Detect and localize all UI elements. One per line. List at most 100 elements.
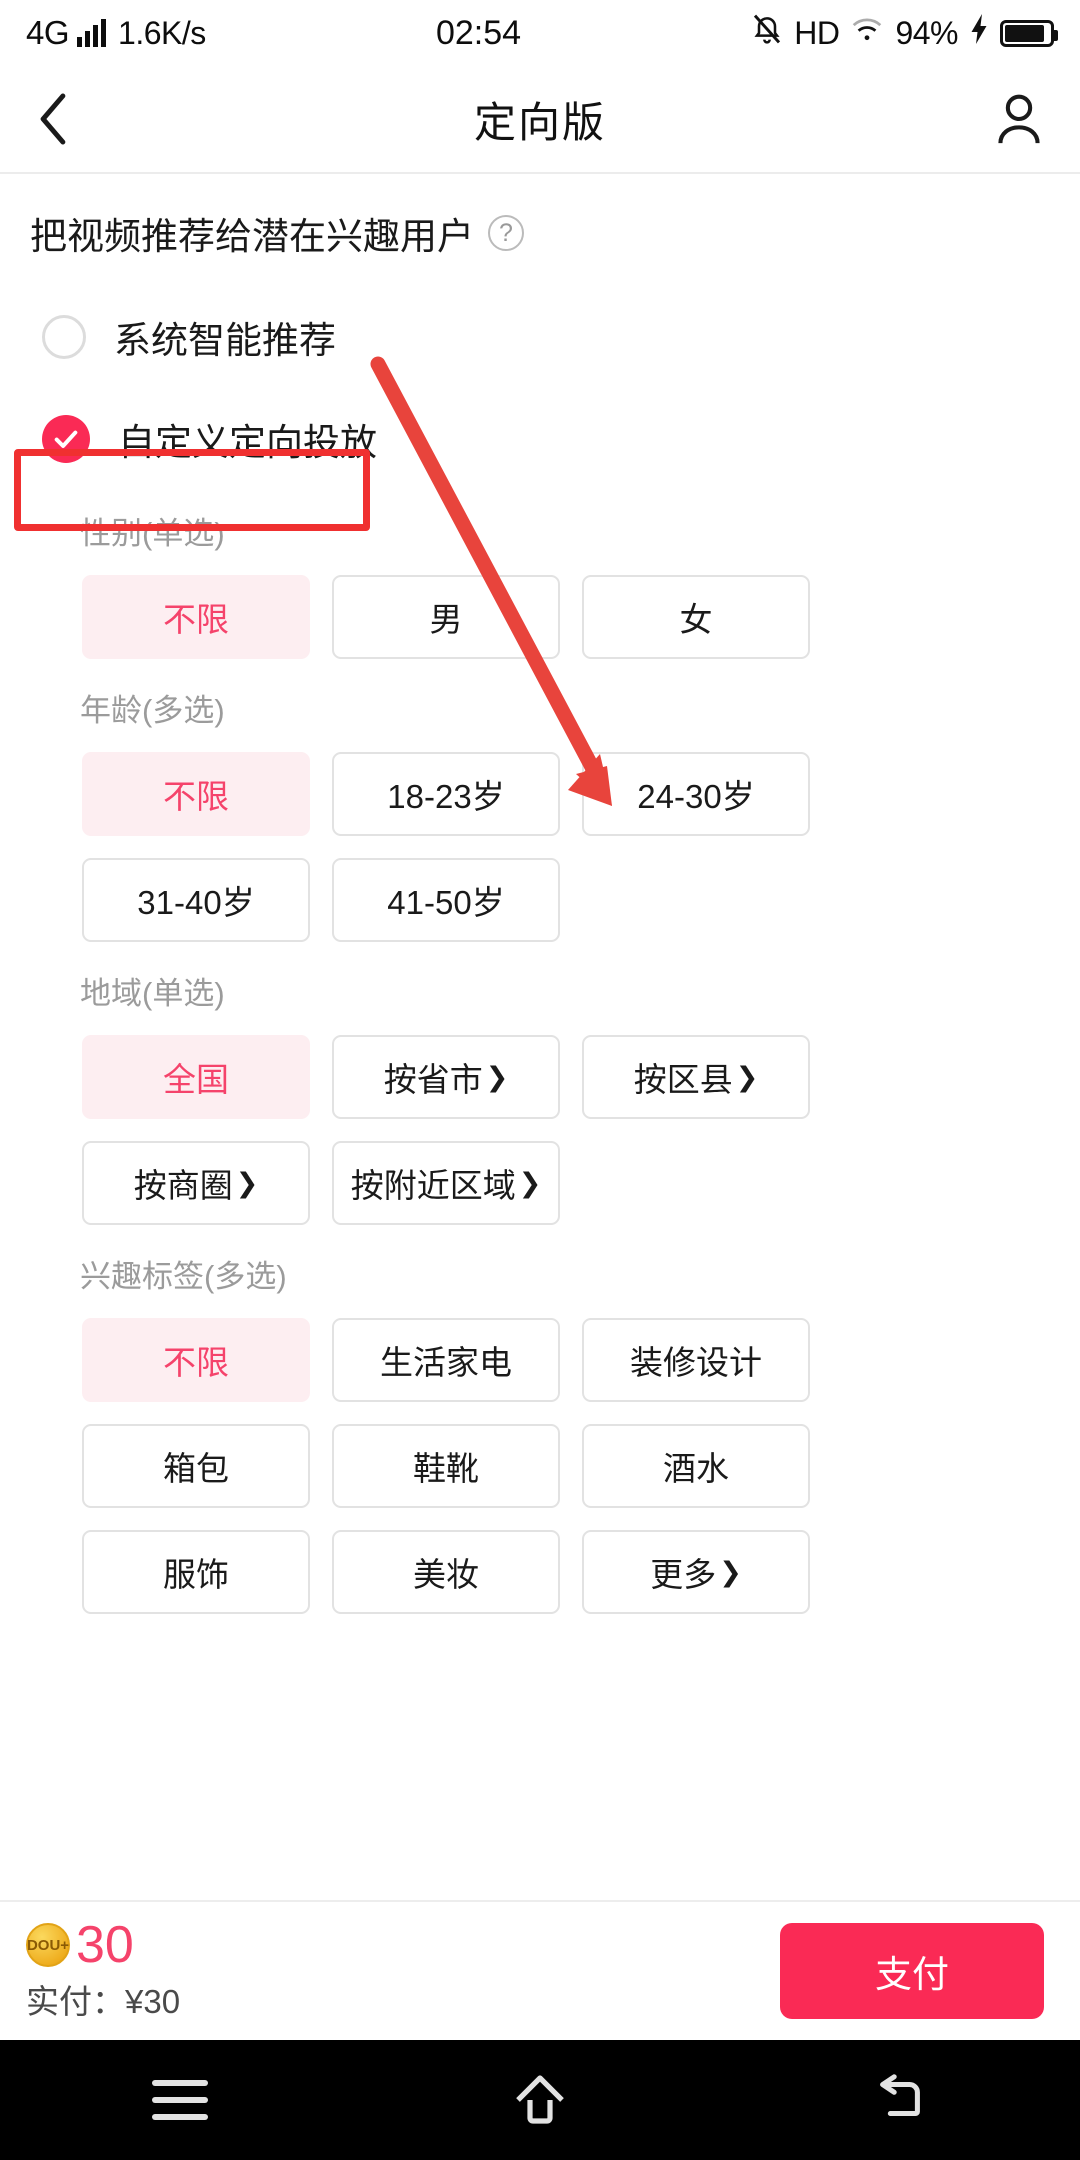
facet-chip[interactable]: 按省市 ❯ xyxy=(332,1035,560,1119)
facet-chip-label: 装修设计 xyxy=(630,1344,762,1381)
signal-bars-icon xyxy=(77,19,107,47)
facet-chip[interactable]: 按附近区域 ❯ xyxy=(332,1141,560,1225)
facet-chip[interactable]: 生活家电 xyxy=(332,1318,560,1402)
facet-chip-label: 更多 xyxy=(650,1556,717,1593)
facet-chip-label: 按商圈 xyxy=(133,1167,233,1204)
android-nav-bar xyxy=(0,2040,1080,2160)
page-title: 定向版 xyxy=(473,98,606,146)
facet-chip-label: 鞋靴 xyxy=(413,1450,479,1487)
facet-group-label: 兴趣标签(多选) xyxy=(80,1259,287,1294)
status-bar-right: HD 94% xyxy=(751,12,1058,54)
facet-chip-label: 美妆 xyxy=(413,1556,479,1593)
facet-chip-label: 箱包 xyxy=(163,1450,229,1487)
facet-chip[interactable]: 鞋靴 xyxy=(332,1424,560,1508)
facet-chip[interactable]: 不限 xyxy=(82,752,310,836)
facet-chip-label: 男 xyxy=(429,601,463,638)
facet-chip-label: 按省市 xyxy=(383,1061,483,1098)
facet-chip-label: 酒水 xyxy=(663,1450,729,1487)
facet-chip-label: 女 xyxy=(679,601,713,638)
facet-chip-label: 24-30岁 xyxy=(637,778,755,815)
title-bar: 定向版 xyxy=(0,66,1080,174)
facet-chip[interactable]: 男 xyxy=(332,575,560,659)
chevron-right-icon: ❯ xyxy=(235,1167,259,1198)
facet-chip-label: 不限 xyxy=(163,1344,229,1381)
question-mark-icon[interactable]: ? xyxy=(488,215,524,251)
status-bar: 4G 1.6K/s 02:54 HD 94% xyxy=(0,0,1080,66)
facet-chip-label: 不限 xyxy=(163,601,229,638)
facet-chip-list: 不限 18-23岁 24-30岁 31-40岁 41-50岁 xyxy=(0,730,1000,942)
chevron-right-icon: ❯ xyxy=(719,1556,742,1587)
mode-radio-group: 系统智能推荐自定义定向投放 xyxy=(0,294,1080,482)
wifi-icon xyxy=(850,14,884,52)
facet-chip-label: 31-40岁 xyxy=(137,884,255,921)
facet-chip-label: 按区县 xyxy=(633,1061,733,1098)
facet-chip-label: 生活家电 xyxy=(380,1344,512,1381)
pay-button[interactable]: 支付 xyxy=(780,1923,1044,2019)
facet-chip[interactable]: 美妆 xyxy=(332,1530,560,1614)
mode-option-0[interactable]: 系统智能推荐 xyxy=(0,294,1080,380)
facet-chip[interactable]: 箱包 xyxy=(82,1424,310,1508)
person-icon[interactable] xyxy=(984,93,1044,145)
mode-option-label: 自定义定向投放 xyxy=(118,422,377,463)
facet-chip[interactable]: 女 xyxy=(582,575,810,659)
facet-chip[interactable]: 更多 ❯ xyxy=(582,1530,810,1614)
chevron-right-icon: ❯ xyxy=(485,1061,509,1092)
facet-group: 年龄(多选) 不限 18-23岁 24-30岁 31-40岁 41-50岁 xyxy=(0,659,1080,942)
lightning-bolt-icon xyxy=(969,14,989,52)
checkout-bar: DOU+ 30 实付：¥30 支付 xyxy=(0,1900,1080,2040)
amount-due-label: 实付：¥30 xyxy=(26,1983,181,2020)
facet-chip[interactable]: 装修设计 xyxy=(582,1318,810,1402)
mode-option-1[interactable]: 自定义定向投放 xyxy=(0,396,1080,482)
facet-chip-label: 全国 xyxy=(163,1061,229,1098)
facet-chip-label: 服饰 xyxy=(163,1556,229,1593)
facet-group: 兴趣标签(多选) 不限 生活家电 装修设计箱包 鞋靴 酒水服饰 美妆 更多 ❯ xyxy=(0,1225,1080,1614)
facet-chip-label: 不限 xyxy=(163,778,229,815)
facet-groups: 性别(单选) 不限 男 女年龄(多选) 不限 18-23岁 24-30岁 31-40岁 41-5… xyxy=(0,482,1080,1614)
facet-chip[interactable]: 不限 xyxy=(82,1318,310,1402)
facet-chip-label: 41-50岁 xyxy=(387,884,505,921)
phone-screen: 4G 1.6K/s 02:54 HD 94% 定向版 把视频推荐给潜在兴趣用户 … xyxy=(0,0,1080,2160)
facet-group-label: 年龄(多选) xyxy=(80,693,225,728)
mode-option-label: 系统智能推荐 xyxy=(114,320,336,361)
clock-label: 02:54 xyxy=(435,13,522,52)
facet-chip[interactable]: 41-50岁 xyxy=(332,858,560,942)
facet-chip-list: 不限 生活家电 装修设计箱包 鞋靴 酒水服饰 美妆 更多 ❯ xyxy=(0,1296,1000,1614)
form-subheading-label: 把视频推荐给潜在兴趣用户 xyxy=(30,216,474,257)
facet-chip-list: 全国 按省市 ❯ 按区县 ❯ 按商圈 ❯ 按附近区域 ❯ xyxy=(0,1013,1000,1225)
facet-group-label: 性别(单选) xyxy=(80,516,225,551)
dou-plus-coin-icon: DOU+ xyxy=(26,1923,70,1967)
facet-chip-list: 不限 男 女 xyxy=(0,553,1000,659)
back-chevron-icon[interactable] xyxy=(36,91,96,147)
back-arrow-icon[interactable] xyxy=(840,2040,960,2160)
hd-label: HD xyxy=(794,14,840,51)
coin-amount-label: 30 xyxy=(76,1916,134,1974)
chevron-right-icon: ❯ xyxy=(735,1061,759,1092)
home-icon[interactable] xyxy=(480,2040,600,2160)
chevron-right-icon: ❯ xyxy=(518,1167,542,1198)
facet-chip[interactable]: 24-30岁 xyxy=(582,752,810,836)
facet-chip[interactable]: 31-40岁 xyxy=(82,858,310,942)
facet-chip[interactable]: 按区县 ❯ xyxy=(582,1035,810,1119)
facet-chip[interactable]: 按商圈 ❯ xyxy=(82,1141,310,1225)
network-speed-label: 1.6K/s xyxy=(118,14,206,51)
facet-chip-label: 18-23岁 xyxy=(387,778,505,815)
network-type-label: 4G xyxy=(26,14,70,51)
facet-group-label: 地域(单选) xyxy=(80,976,225,1011)
status-bar-left: 4G 1.6K/s xyxy=(26,14,206,52)
radio-empty-icon xyxy=(42,315,86,359)
facet-chip[interactable]: 不限 xyxy=(82,575,310,659)
battery-percent-label: 94% xyxy=(895,14,958,51)
facet-chip[interactable]: 服饰 xyxy=(82,1530,310,1614)
facet-chip[interactable]: 酒水 xyxy=(582,1424,810,1508)
facet-chip-label: 按附近区域 xyxy=(350,1167,516,1204)
facet-chip[interactable]: 18-23岁 xyxy=(332,752,560,836)
facet-group: 性别(单选) 不限 男 女 xyxy=(0,482,1080,659)
battery-icon xyxy=(1000,19,1058,47)
bell-muted-icon xyxy=(751,12,783,54)
form-subheading: 把视频推荐给潜在兴趣用户 ? xyxy=(0,174,1080,260)
coin-line: DOU+ 30 xyxy=(26,1919,180,1971)
facet-group: 地域(单选) 全国 按省市 ❯ 按区县 ❯ 按商圈 ❯ 按附近区域 ❯ xyxy=(0,942,1080,1225)
price-block: DOU+ 30 实付：¥30 xyxy=(26,1919,180,2023)
menu-icon[interactable] xyxy=(120,2040,240,2160)
facet-chip[interactable]: 全国 xyxy=(82,1035,310,1119)
